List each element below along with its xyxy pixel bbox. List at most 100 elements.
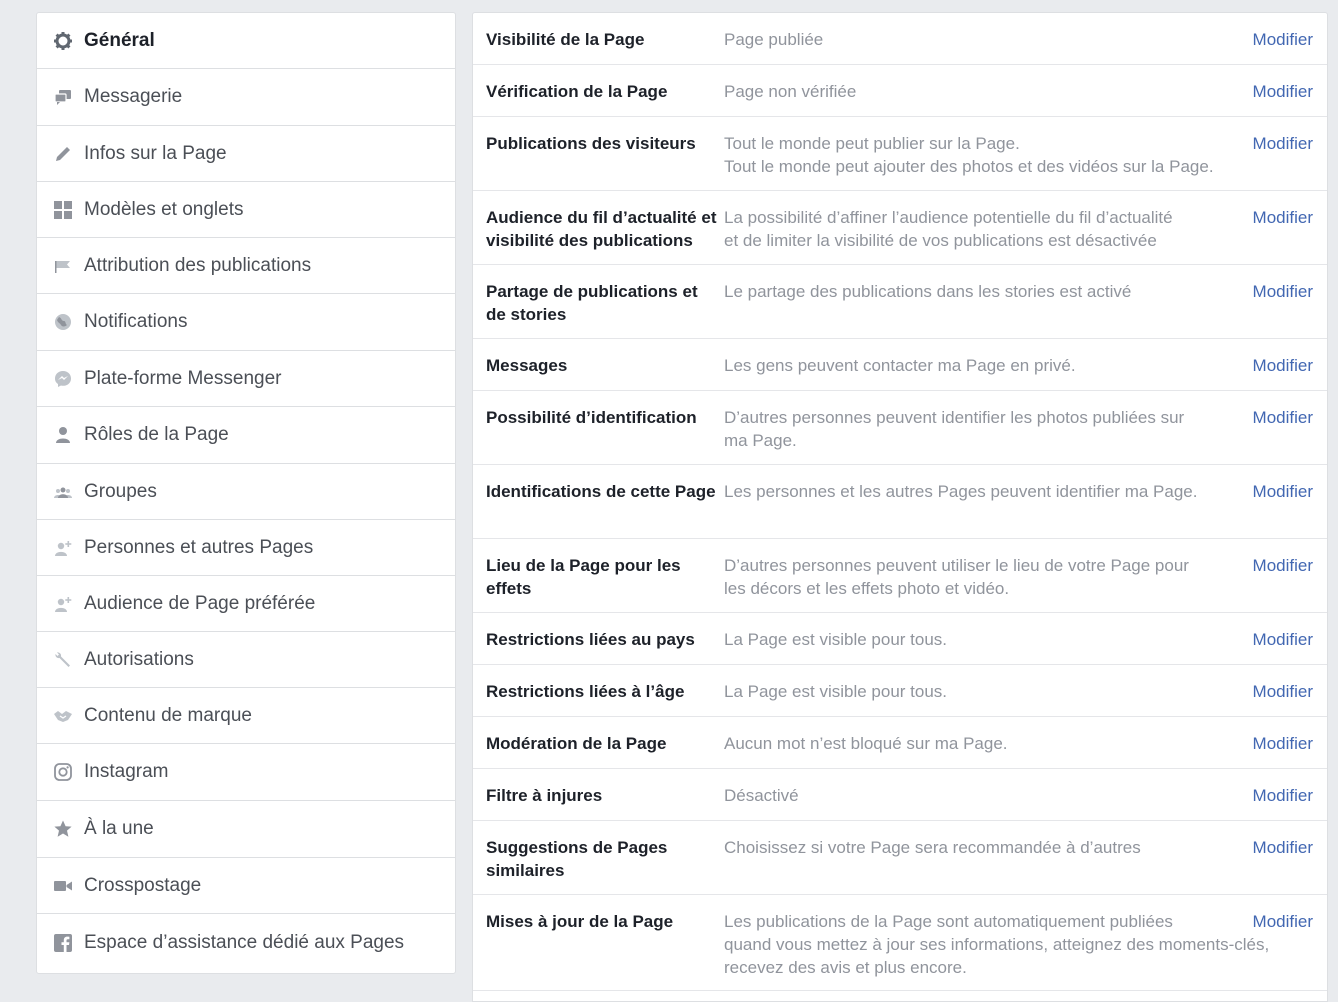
- setting-label: Mises à jour de la Page: [486, 912, 674, 931]
- edit-link[interactable]: Modifier: [1253, 80, 1313, 103]
- settings-row: Visibilité de la Page Page publiée Modifie…: [473, 13, 1327, 65]
- setting-value-line: Page non vérifiée: [724, 82, 857, 101]
- sidebar-item[interactable]: Plate-forme Messenger: [37, 351, 455, 407]
- setting-value: Les personnes et les autres Pages peuven…: [724, 480, 1244, 503]
- setting-value-line: D’autres personnes peuvent identifier le…: [724, 408, 1185, 427]
- messenger-icon: [52, 368, 74, 390]
- edit-link[interactable]: Modifier: [1253, 132, 1313, 155]
- settings-row: Mises à jour de la Page Les publications …: [473, 895, 1327, 991]
- setting-value: Les gens peuvent contacter ma Page en pr…: [724, 354, 1244, 377]
- flag-icon: [52, 255, 74, 277]
- setting-label: Possibilité d’identification: [486, 408, 697, 427]
- edit-link[interactable]: Modifier: [1253, 406, 1313, 429]
- wrench-icon: [52, 649, 74, 671]
- handshake-icon: [52, 705, 74, 727]
- sidebar-item-label: Général: [84, 29, 155, 51]
- setting-value: Les publications de la Page sont automat…: [724, 910, 1270, 979]
- sidebar-item[interactable]: Autorisations: [37, 632, 455, 688]
- settings-row: Identifications de cette Page Les personn…: [473, 465, 1327, 539]
- messages-icon: [52, 86, 74, 108]
- setting-value-line: recevez des avis et plus encore.: [724, 958, 967, 977]
- sidebar-item-label: Crosspostage: [84, 874, 202, 896]
- settings-row: Modération de la Page Aucun mot n’est blo…: [473, 717, 1327, 769]
- setting-value: La Page est visible pour tous.: [724, 628, 1244, 651]
- setting-value: D’autres personnes peuvent utiliser le l…: [724, 554, 1244, 600]
- sidebar-item[interactable]: Espace d’assistance dédié aux Pages: [37, 914, 455, 971]
- setting-label: Identifications de cette Page: [486, 482, 716, 501]
- pencil-icon: [52, 143, 74, 165]
- edit-link[interactable]: Modifier: [1253, 732, 1313, 755]
- setting-label: Restrictions liées au pays: [486, 630, 695, 649]
- setting-value-line: Tout le monde peut publier sur la Page.: [724, 134, 1020, 153]
- setting-value-line: Aucun mot n’est bloqué sur ma Page.: [724, 734, 1008, 753]
- sidebar-item-label: Espace d’assistance dédié aux Pages: [84, 931, 405, 953]
- sidebar-item[interactable]: Contenu de marque: [37, 688, 455, 744]
- sidebar-item[interactable]: Crosspostage: [37, 858, 455, 914]
- globe-icon: [52, 311, 74, 333]
- sidebar-item[interactable]: Rôles de la Page: [37, 407, 455, 464]
- setting-value-line: Choisissez si votre Page sera recommandé…: [724, 838, 1141, 857]
- sidebar-item[interactable]: Infos sur la Page: [37, 126, 455, 182]
- sidebar-item-label: Autorisations: [84, 648, 194, 670]
- instagram-icon: [52, 761, 74, 783]
- setting-value-line: Le partage des publications dans les sto…: [724, 282, 1132, 301]
- sidebar-item[interactable]: Modèles et onglets: [37, 182, 455, 238]
- edit-link[interactable]: Modifier: [1253, 354, 1313, 377]
- group-icon: [52, 481, 74, 503]
- setting-value-line: et de limiter la visibilité de vos publi…: [724, 231, 1157, 250]
- setting-value: La possibilité d’affiner l’audience pote…: [724, 206, 1244, 252]
- sidebar-item-label: Rôles de la Page: [84, 424, 229, 445]
- settings-row: Lieu de la Page pour les effets D’autres …: [473, 539, 1327, 613]
- sidebar-item-label: À la une: [84, 818, 154, 839]
- setting-value-line: Désactivé: [724, 786, 799, 805]
- edit-link[interactable]: Modifier: [1253, 206, 1313, 229]
- edit-link[interactable]: Modifier: [1253, 784, 1313, 807]
- general-settings-panel: Visibilité de la Page Page publiée Modifie…: [472, 12, 1328, 1002]
- settings-sidebar: Général Messagerie Infos sur la Page Modèle…: [36, 12, 456, 974]
- edit-link[interactable]: Modifier: [1253, 554, 1313, 577]
- setting-label: Partage de publications et de stories: [486, 282, 698, 324]
- setting-value: Choisissez si votre Page sera recommandé…: [724, 836, 1244, 859]
- edit-link[interactable]: Modifier: [1253, 280, 1313, 303]
- setting-value: La Page est visible pour tous.: [724, 680, 1244, 703]
- person-add-icon: [52, 593, 74, 615]
- setting-value: Le partage des publications dans les sto…: [724, 280, 1244, 303]
- setting-label: Publications des visiteurs: [486, 134, 696, 153]
- settings-row: Filtre à injures Désactivé Modifier: [473, 769, 1327, 821]
- settings-row: Suggestions de Pages similaires Choisisse…: [473, 821, 1327, 895]
- edit-link[interactable]: Modifier: [1253, 28, 1313, 51]
- sidebar-item[interactable]: Groupes: [37, 464, 455, 520]
- edit-link[interactable]: Modifier: [1253, 480, 1313, 503]
- sidebar-item-label: Infos sur la Page: [84, 142, 227, 164]
- sidebar-item[interactable]: Messagerie: [37, 69, 455, 126]
- edit-link[interactable]: Modifier: [1253, 836, 1313, 859]
- setting-label: Modération de la Page: [486, 734, 667, 753]
- setting-label: Visibilité de la Page: [486, 30, 645, 49]
- sidebar-item[interactable]: Attribution des publications: [37, 238, 455, 294]
- sidebar-item-label: Contenu de marque: [84, 704, 252, 726]
- sidebar-item[interactable]: Personnes et autres Pages: [37, 520, 455, 576]
- setting-value-line: La Page est visible pour tous.: [724, 682, 948, 701]
- sidebar-item[interactable]: Audience de Page préférée: [37, 576, 455, 632]
- setting-label: Restrictions liées à l’âge: [486, 682, 685, 701]
- sidebar-item[interactable]: Instagram: [37, 744, 455, 801]
- edit-link[interactable]: Modifier: [1253, 680, 1313, 703]
- setting-value: Page non vérifiée: [724, 80, 1244, 103]
- sidebar-item[interactable]: Général: [37, 13, 455, 69]
- sidebar-item[interactable]: À la une: [37, 801, 455, 858]
- sidebar-item-label: Groupes: [84, 480, 157, 502]
- setting-value-line: les décors et les effets photo et vidéo.: [724, 579, 1010, 598]
- setting-value-line: Les personnes et les autres Pages peuven…: [724, 482, 1198, 501]
- person-add-icon: [52, 537, 74, 559]
- sidebar-item[interactable]: Notifications: [37, 294, 455, 351]
- sidebar-item-label: Audience de Page préférée: [84, 592, 316, 614]
- setting-value: D’autres personnes peuvent identifier le…: [724, 406, 1244, 452]
- settings-row: Possibilité d’identification D’autres per…: [473, 391, 1327, 465]
- setting-value-line: quand vous mettez à jour ses information…: [724, 935, 1270, 954]
- edit-link[interactable]: Modifier: [1253, 910, 1313, 933]
- star-icon: [52, 818, 74, 840]
- setting-value-line: Page publiée: [724, 30, 824, 49]
- video-camera-icon: [52, 875, 74, 897]
- edit-link[interactable]: Modifier: [1253, 628, 1313, 651]
- setting-value: Page publiée: [724, 28, 1244, 51]
